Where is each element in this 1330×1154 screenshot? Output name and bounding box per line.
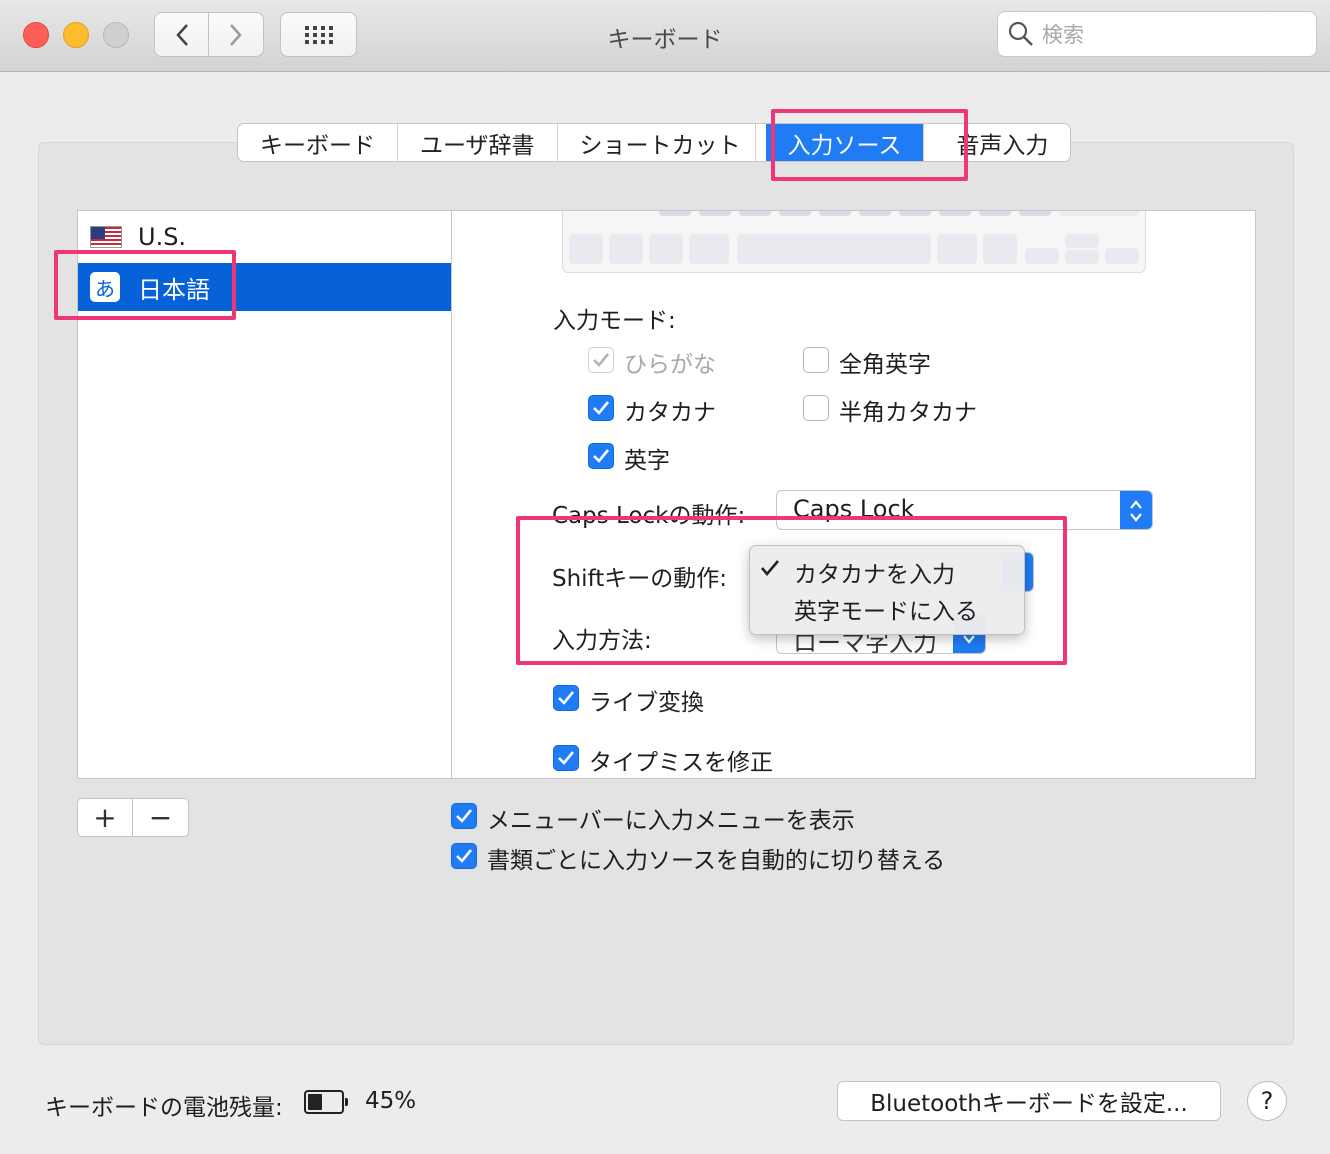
search-icon bbox=[1008, 21, 1033, 46]
title-bar: キーボード 検索 bbox=[0, 0, 1330, 72]
list-controls: + − bbox=[77, 798, 189, 837]
remove-source-button[interactable]: − bbox=[133, 799, 188, 836]
label-roman: 英字 bbox=[624, 448, 670, 474]
add-source-button[interactable]: + bbox=[78, 799, 134, 836]
label-hiragana: ひらがな bbox=[624, 352, 716, 378]
search-field[interactable]: 検索 bbox=[997, 11, 1317, 57]
checkbox-auto-switch-source[interactable] bbox=[451, 843, 477, 869]
label-fullwidth-roman: 全角英字 bbox=[839, 352, 931, 378]
search-placeholder: 検索 bbox=[1042, 23, 1084, 47]
label-katakana: カタカナ bbox=[624, 400, 716, 426]
setup-bluetooth-keyboard-button[interactable]: Bluetoothキーボードを設定... bbox=[837, 1081, 1221, 1121]
tab-keyboard[interactable]: キーボード bbox=[238, 124, 398, 161]
checkbox-roman[interactable] bbox=[588, 443, 614, 469]
tab-user-dictionary[interactable]: ユーザ辞書 bbox=[398, 124, 558, 161]
label-halfwidth-katakana: 半角カタカナ bbox=[839, 400, 977, 426]
us-flag-icon bbox=[90, 226, 122, 248]
label-auto-switch-source: 書類ごとに入力ソースを自動的に切り替える bbox=[487, 848, 946, 874]
label-live-conversion: ライブ変換 bbox=[589, 690, 704, 716]
input-mode-heading: 入力モード: bbox=[553, 308, 676, 334]
tab-shortcuts[interactable]: ショートカット bbox=[558, 124, 756, 161]
checkmark-icon bbox=[593, 401, 610, 415]
checkbox-typo-fix[interactable] bbox=[553, 745, 579, 771]
checkmark-icon bbox=[456, 809, 473, 823]
source-label-us: U.S. bbox=[138, 223, 187, 251]
highlight-input-sources-tab bbox=[771, 109, 968, 181]
highlight-shift-settings bbox=[516, 516, 1067, 665]
checkbox-hiragana bbox=[588, 347, 614, 373]
checkmark-icon bbox=[558, 751, 575, 765]
checkbox-katakana[interactable] bbox=[588, 395, 614, 421]
checkbox-fullwidth-roman[interactable] bbox=[803, 347, 829, 373]
battery-label: キーボードの電池残量: bbox=[45, 1095, 283, 1121]
checkbox-live-conversion[interactable] bbox=[553, 685, 579, 711]
checkbox-halfwidth-katakana[interactable] bbox=[803, 395, 829, 421]
label-show-input-menu: メニューバーに入力メニューを表示 bbox=[487, 808, 855, 834]
updown-chevron-icon bbox=[1120, 491, 1152, 529]
checkmark-icon bbox=[456, 849, 473, 863]
highlight-japanese-source bbox=[54, 250, 236, 320]
checkmark-icon bbox=[593, 449, 610, 463]
keyboard-preview bbox=[562, 211, 1146, 273]
checkmark-icon bbox=[593, 353, 610, 367]
help-button[interactable]: ? bbox=[1247, 1081, 1287, 1121]
label-typo-fix: タイプミスを修正 bbox=[589, 750, 773, 776]
checkmark-icon bbox=[558, 691, 575, 705]
checkbox-show-input-menu[interactable] bbox=[451, 803, 477, 829]
battery-percent: 45% bbox=[365, 1088, 417, 1114]
battery-icon bbox=[304, 1090, 348, 1114]
battery-level-fill bbox=[308, 1094, 322, 1110]
